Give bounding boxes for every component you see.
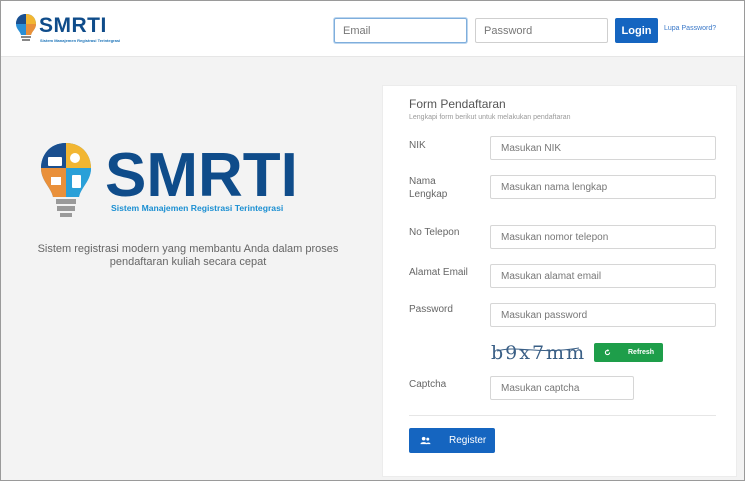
telepon-input[interactable] [490,225,716,249]
refresh-captcha-button[interactable]: Refresh [594,343,663,362]
forgot-password-link[interactable]: Lupa Password? [664,25,716,32]
captcha-text: b9x7mm [491,342,585,363]
form-divider [409,415,716,416]
email-label: Alamat Email [409,267,468,278]
hero-description: Sistem registrasi modern yang membantu A… [37,243,339,268]
brand-tagline: Sistem Manajemen Registrasi Terintegrasi [40,38,121,43]
nik-input[interactable] [490,136,716,160]
password-input[interactable] [490,303,716,327]
nama-input[interactable] [490,175,716,199]
lightbulb-illustration-icon [41,143,91,217]
lightbulb-logo-icon [16,14,36,41]
registration-form-card: Form Pendaftaran Lengkapi form berikut u… [382,85,737,477]
captcha-input[interactable] [490,376,634,400]
hero-logo-tagline: Sistem Manajemen Registrasi Terintegrasi [111,203,283,213]
nama-label: Nama Lengkap [409,176,448,200]
email-input[interactable] [490,264,716,288]
nik-label: NIK [409,140,426,151]
refresh-icon [604,349,611,356]
password-label: Password [409,304,453,315]
register-label: Register [449,435,487,446]
register-button[interactable]: Register [409,428,495,453]
telepon-label: No Telepon [409,227,460,238]
form-title: Form Pendaftaran [409,97,506,111]
app-window: SMRTI Sistem Manajemen Registrasi Terint… [0,0,745,481]
users-icon [420,436,431,445]
top-navbar: SMRTI Sistem Manajemen Registrasi Terint… [1,1,744,57]
form-subtitle: Lengkapi form berikut untuk melakukan pe… [409,114,571,121]
login-button[interactable]: Login [615,18,658,43]
brand-name: SMRTI [39,14,107,37]
hero-logo-text: SMRTI [105,141,298,210]
smrti-hero-logo: SMRTI Sistem Manajemen Registrasi Terint… [41,141,298,217]
captcha-image: b9x7mm [487,339,585,363]
login-password-input[interactable] [475,18,608,43]
captcha-label: Captcha [409,379,447,390]
refresh-label: Refresh [628,349,655,356]
login-email-input[interactable] [334,18,467,43]
